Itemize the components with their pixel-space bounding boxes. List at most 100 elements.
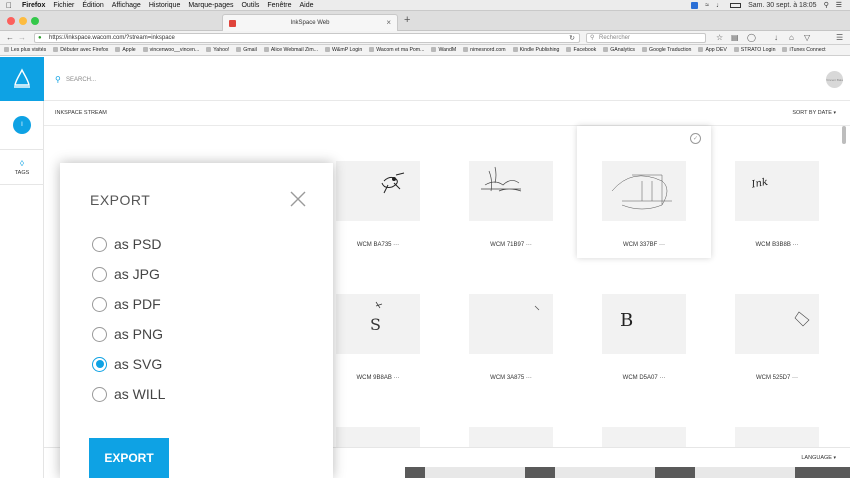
bookmark-item[interactable]: Les plus visités: [4, 47, 46, 53]
bookmark-item[interactable]: App DEV: [698, 47, 726, 53]
volume-icon[interactable]: ♩: [716, 2, 723, 9]
option-png[interactable]: as PNG: [92, 325, 163, 343]
bookmark-item[interactable]: WandM: [431, 47, 456, 53]
reading-list-icon[interactable]: ▤: [731, 33, 739, 42]
bookmark-item[interactable]: W&mP Login: [325, 47, 362, 53]
menu-affichage[interactable]: Affichage: [112, 2, 141, 9]
menu-firefox[interactable]: Firefox: [22, 2, 45, 9]
sketch-thumbnail[interactable]: [469, 161, 553, 221]
bookmark-item[interactable]: Facebook: [566, 47, 596, 53]
radio-button[interactable]: [92, 266, 107, 282]
browser-tab[interactable]: InkSpace Web ×: [222, 14, 398, 31]
search-icon[interactable]: ⚲: [824, 1, 829, 9]
card-label: WCM 3A875 ···: [490, 375, 532, 381]
radio-button[interactable]: [92, 236, 107, 252]
scrollbar[interactable]: [842, 126, 846, 144]
menu-fenetre[interactable]: Fenêtre: [267, 2, 291, 9]
user-avatar[interactable]: I: [13, 116, 31, 134]
inkspace-logo-icon[interactable]: [0, 57, 44, 101]
bookmark-item[interactable]: Yahoo!: [206, 47, 229, 53]
sketch-thumbnail[interactable]: Ink: [735, 161, 819, 221]
browser-search-input[interactable]: ⚲ Rechercher: [586, 33, 706, 43]
menu-edition[interactable]: Édition: [82, 2, 103, 9]
battery-icon[interactable]: [730, 2, 742, 8]
sort-label: SORT BY DATE: [792, 110, 832, 116]
option-svg[interactable]: as SVG: [92, 355, 162, 373]
tags-nav-item[interactable]: ◊ TAGS: [0, 149, 44, 185]
svg-text:B: B: [620, 310, 633, 331]
export-button[interactable]: EXPORT: [89, 438, 169, 478]
new-tab-button[interactable]: +: [404, 14, 410, 26]
bookmark-item[interactable]: Kindle Publishing: [513, 47, 560, 53]
url-bar[interactable]: ● https://inkspace.wacom.com/?stream=ink…: [34, 33, 580, 43]
app-search-icon: ⚲: [55, 75, 61, 84]
sort-dropdown[interactable]: SORT BY DATE ▾: [792, 110, 836, 116]
radio-button[interactable]: [92, 386, 107, 402]
sketch-thumbnail[interactable]: [469, 294, 553, 354]
download-icon[interactable]: ↓: [774, 33, 778, 42]
bookmark-item[interactable]: STRATO Login: [734, 47, 776, 53]
card-preview: [695, 467, 795, 478]
sketch-thumbnail[interactable]: [336, 427, 420, 447]
home-icon[interactable]: ⌂: [789, 33, 794, 42]
chevron-down-icon: ▾: [833, 455, 836, 461]
option-pdf[interactable]: as PDF: [92, 295, 161, 313]
menu-outils[interactable]: Outils: [241, 2, 259, 9]
sketch-thumbnail[interactable]: [735, 427, 819, 447]
reload-icon[interactable]: ↻: [569, 34, 575, 43]
profile-avatar[interactable]: Vincent Bala: [826, 71, 843, 88]
hamburger-menu-icon[interactable]: ☰: [836, 33, 843, 42]
check-icon[interactable]: ✓: [690, 133, 701, 144]
card-label: WCM BA735 ···: [356, 242, 400, 248]
sketch-thumbnail[interactable]: S: [336, 294, 420, 354]
clock[interactable]: Sam. 30 sept. à 18:05: [748, 2, 817, 9]
menu-list-icon[interactable]: ☰: [836, 1, 842, 9]
option-will[interactable]: as WILL: [92, 385, 165, 403]
bookmark-item[interactable]: Google Traduction: [642, 47, 691, 53]
bookmark-item[interactable]: Gmail: [236, 47, 257, 53]
app-search-input[interactable]: SEARCH...: [66, 77, 96, 83]
language-dropdown[interactable]: LANGUAGE ▾: [801, 455, 836, 461]
bookmark-item[interactable]: Apple: [115, 47, 135, 53]
back-icon[interactable]: ←: [6, 33, 14, 42]
bookmark-item[interactable]: Alice Webmail Zim...: [264, 47, 318, 53]
pocket-icon[interactable]: ▽: [804, 33, 810, 42]
menu-historique[interactable]: Historique: [149, 2, 181, 9]
sketch-thumbnail[interactable]: [602, 161, 686, 221]
card-label: WCM 71B97 ···: [490, 242, 532, 248]
bookmark-item[interactable]: Débuter avec Firefox: [53, 47, 108, 53]
card-label: WCM 525D7 ···: [755, 375, 798, 381]
minimize-window-button[interactable]: [19, 17, 27, 25]
bookmark-item[interactable]: GAnalytics: [603, 47, 635, 53]
close-icon[interactable]: [288, 189, 308, 209]
sketch-thumbnail[interactable]: B: [602, 294, 686, 354]
menu-fichier[interactable]: Fichier: [53, 2, 74, 9]
sketch-thumbnail[interactable]: [469, 427, 553, 447]
radio-button[interactable]: [92, 296, 107, 312]
sketch-thumbnail[interactable]: [735, 294, 819, 354]
dialog-title: EXPORT: [90, 192, 151, 208]
star-icon[interactable]: ☆: [716, 33, 723, 42]
bookmark-item[interactable]: vincenwoo__vincen...: [143, 47, 200, 53]
language-label: LANGUAGE: [801, 455, 832, 461]
menu-marque-pages[interactable]: Marque-pages: [188, 2, 233, 9]
apple-icon[interactable]: : [6, 1, 12, 10]
lock-shield-icon[interactable]: ◯: [747, 33, 756, 42]
bookmark-item[interactable]: iTunes Connect: [782, 47, 825, 53]
option-jpg[interactable]: as JPG: [92, 265, 160, 283]
close-window-button[interactable]: [7, 17, 15, 25]
sketch-thumbnail[interactable]: [336, 161, 420, 221]
zoom-window-button[interactable]: [31, 17, 39, 25]
forward-icon[interactable]: →: [18, 33, 26, 42]
radio-button-selected[interactable]: [92, 356, 107, 372]
card-label: WCM D5A07 ···: [622, 375, 666, 381]
bookmark-item[interactable]: Wacom et ma Pom...: [369, 47, 424, 53]
bookmark-item[interactable]: nimesnord.com: [463, 47, 505, 53]
close-tab-icon[interactable]: ×: [386, 18, 391, 27]
wacom-icon[interactable]: [691, 1, 699, 9]
menu-aide[interactable]: Aide: [300, 2, 314, 9]
radio-button[interactable]: [92, 326, 107, 342]
sketch-thumbnail[interactable]: [602, 427, 686, 447]
wifi-icon[interactable]: ≈: [705, 2, 709, 9]
option-psd[interactable]: as PSD: [92, 235, 161, 253]
